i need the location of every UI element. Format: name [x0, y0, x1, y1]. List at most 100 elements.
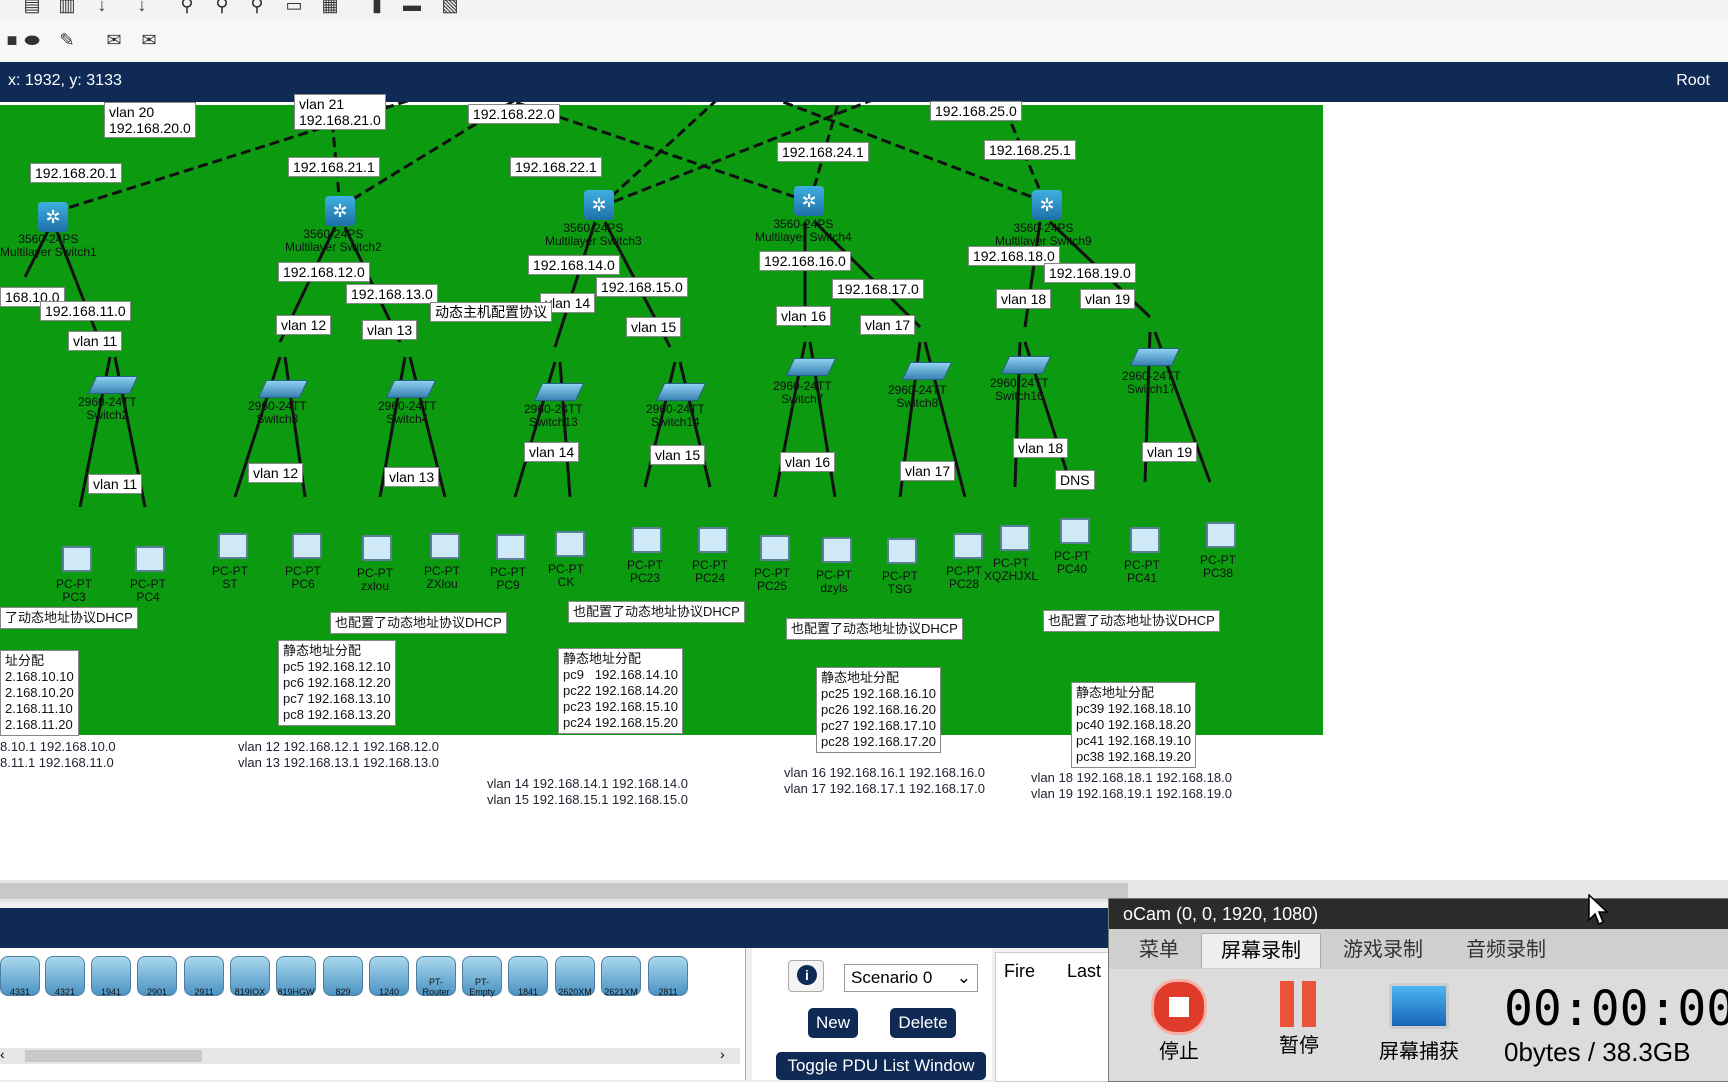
last-column-header[interactable]: Last [1067, 961, 1101, 982]
pc-icon[interactable] [698, 527, 728, 553]
stop-button[interactable]: 停止 [1134, 979, 1224, 1079]
static-address-note: 静态地址分配 pc25 192.168.16.10 pc26 192.168.1… [816, 667, 941, 753]
notes-icon[interactable]: ▮ [365, 0, 389, 16]
multilayer-switch-icon[interactable]: ✲ [325, 196, 355, 226]
tab-screen-record[interactable]: 屏幕录制 [1201, 933, 1321, 968]
copy-icon[interactable]: ▤ [20, 0, 44, 16]
ellipse-tool-icon[interactable]: ⬬ [20, 29, 44, 51]
simple-pdu-icon[interactable]: ✉ [102, 29, 126, 51]
pc-icon[interactable] [292, 533, 322, 559]
complex-pdu-icon[interactable]: ✉ [137, 29, 161, 51]
pc-icon[interactable] [632, 527, 662, 553]
image-icon[interactable]: ▧ [438, 0, 462, 16]
pc-icon[interactable] [218, 533, 248, 559]
switch-icon[interactable] [533, 383, 585, 401]
vlan-label: vlan 18 [996, 289, 1052, 309]
paste-icon[interactable]: ▥ [55, 0, 79, 16]
freeform-tool-icon[interactable]: ✎ [55, 29, 79, 51]
router-icon[interactable]: 1941 [91, 956, 131, 997]
vlan-label: vlan 16 [780, 452, 836, 472]
recording-size: 0bytes / 38.3GB [1504, 1037, 1691, 1067]
fire-column-header[interactable]: Fire [1004, 961, 1035, 982]
pc-icon[interactable] [1206, 522, 1236, 548]
router-icon[interactable]: 4331 [0, 956, 40, 997]
router-icon[interactable]: 4321 [45, 956, 85, 997]
switch-icon[interactable] [785, 358, 837, 376]
router-icon[interactable]: 819HGW [276, 956, 316, 997]
screen-capture-button[interactable]: 屏幕捕获 [1374, 979, 1464, 1079]
router-icon[interactable]: PT-Empty [462, 956, 502, 997]
subnet-label: 192.168.25.0 [930, 101, 1022, 121]
router-icon[interactable]: 2811 [648, 956, 688, 997]
scroll-right-icon[interactable]: › [720, 1046, 725, 1062]
router-icon[interactable]: 2620XM [555, 956, 595, 997]
scrollbar-thumb[interactable] [0, 883, 1128, 899]
custom-device-icon[interactable]: ▦ [318, 0, 342, 16]
viewport-icon[interactable]: ▬ [400, 0, 424, 16]
multilayer-switch-icon[interactable]: ✲ [794, 186, 824, 216]
router-icon[interactable]: 819IOX [230, 956, 270, 997]
pdu-list-header: Fire Last [995, 952, 1112, 1082]
pause-button[interactable]: 暂停 [1254, 979, 1344, 1079]
zoom-in-icon[interactable]: ⚲ [175, 0, 199, 16]
pc-icon[interactable] [135, 546, 165, 572]
pc-icon[interactable] [822, 537, 852, 563]
device-list-scrollbar[interactable]: ‹ › [0, 1046, 740, 1064]
undo-icon[interactable]: ↓ [90, 0, 114, 16]
delete-scenario-button[interactable]: Delete [890, 1008, 956, 1038]
switch-icon[interactable] [87, 376, 139, 394]
router-icon[interactable]: 2911 [184, 956, 224, 997]
ocam-title-bar[interactable]: oCam (0, 0, 1920, 1080) [1109, 899, 1728, 929]
pc-icon[interactable] [496, 534, 526, 560]
tab-audio-record[interactable]: 音频录制 [1447, 933, 1565, 967]
ml-switch-9-label: 3560-24PS Multilayer Switch9 [995, 221, 1092, 248]
router-icon[interactable]: 829 [323, 956, 363, 997]
switch-icon[interactable] [385, 380, 437, 398]
switch-label: 2960-24TT Switch8 [888, 383, 947, 410]
pc-icon[interactable] [1130, 527, 1160, 553]
subnet-label: vlan 20 192.168.20.0 [104, 102, 196, 138]
router-icon[interactable]: PT-Router [416, 956, 456, 997]
toggle-pdu-list-button[interactable]: Toggle PDU List Window [776, 1052, 986, 1080]
switch-label: 2960-24TT Switch3 [248, 399, 307, 426]
pc-icon[interactable] [1000, 525, 1030, 551]
pc-icon[interactable] [555, 531, 585, 557]
redo-icon[interactable]: ↓ [130, 0, 154, 16]
scrollbar-thumb[interactable] [25, 1050, 202, 1062]
pc-icon[interactable] [953, 533, 983, 559]
pc-icon[interactable] [430, 533, 460, 559]
vlan-label: vlan 17 [860, 315, 916, 335]
multilayer-switch-icon[interactable]: ✲ [1032, 190, 1062, 220]
screen-capture-label: 屏幕捕获 [1379, 1041, 1459, 1063]
root-label[interactable]: Root [1676, 72, 1710, 90]
pc-label: PC-PT TSG [882, 569, 918, 596]
router-icon[interactable]: 1841 [508, 956, 548, 997]
zoom-reset-icon[interactable]: ⚲ [210, 0, 234, 16]
pc-icon[interactable] [62, 546, 92, 572]
pc-icon[interactable] [1060, 518, 1090, 544]
dns-label: DNS [1055, 470, 1095, 490]
scenario-select[interactable]: Scenario 0 ⌄ [844, 964, 978, 992]
info-button[interactable]: i [788, 960, 824, 992]
pc-icon[interactable] [887, 538, 917, 564]
pc-icon[interactable] [760, 535, 790, 561]
zoom-out-icon[interactable]: ⚲ [245, 0, 269, 16]
router-icon[interactable]: 2621XM [601, 956, 641, 997]
switch-icon[interactable] [901, 362, 953, 380]
palette-icon[interactable]: ▭ [282, 0, 306, 16]
multilayer-switch-icon[interactable]: ✲ [38, 202, 68, 232]
static-address-note: 静态地址分配 pc9 192.168.14.10 pc22 192.168.14… [558, 648, 683, 734]
router-icon[interactable]: 1240 [369, 956, 409, 997]
switch-icon[interactable] [1129, 348, 1181, 366]
tab-menu[interactable]: 菜单 [1119, 933, 1199, 967]
pc-label: PC-PT PC38 [1200, 553, 1236, 580]
tab-game-record[interactable]: 游戏录制 [1324, 933, 1442, 967]
new-scenario-button[interactable]: New [808, 1008, 858, 1038]
multilayer-switch-icon[interactable]: ✲ [584, 190, 614, 220]
switch-icon[interactable] [655, 383, 707, 401]
switch-icon[interactable] [1000, 356, 1052, 374]
router-icon[interactable]: 2901 [137, 956, 177, 997]
pc-icon[interactable] [362, 535, 392, 561]
switch-icon[interactable] [257, 380, 309, 398]
scroll-left-icon[interactable]: ‹ [0, 1046, 5, 1062]
